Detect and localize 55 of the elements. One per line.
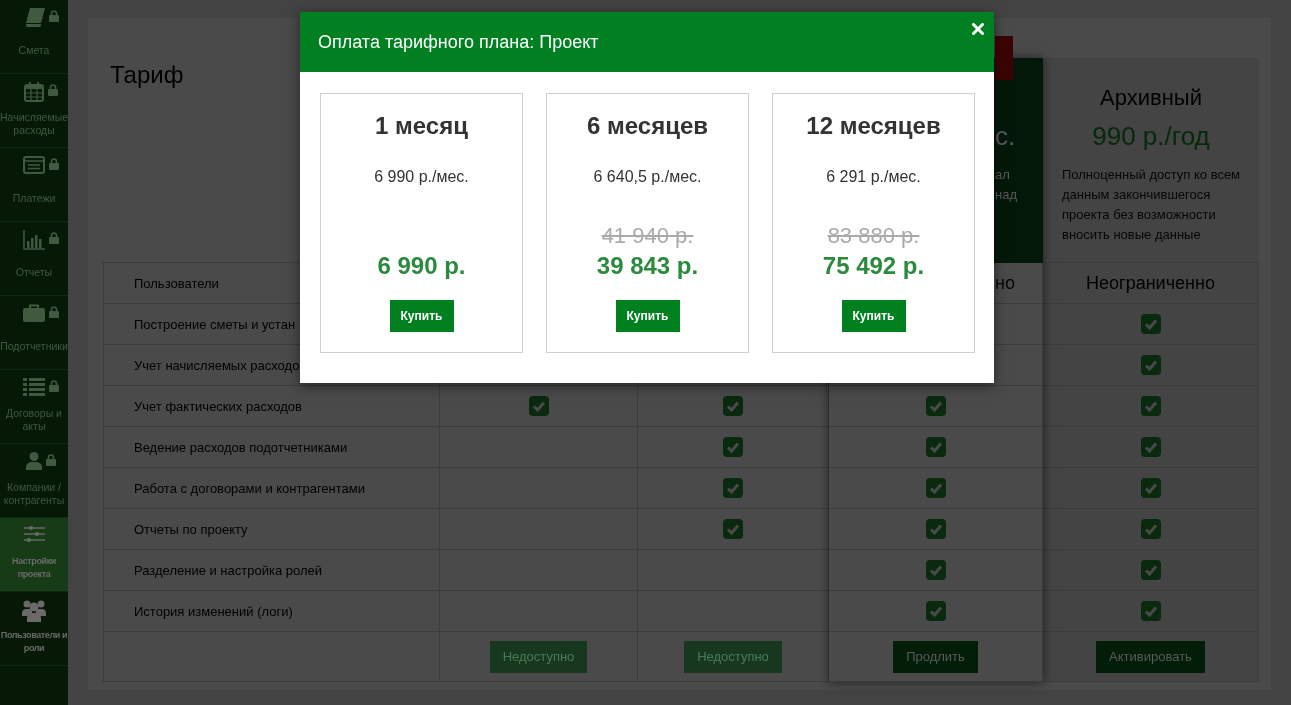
feature-label: Учет фактических расходов	[134, 398, 302, 414]
plan-value: но	[995, 272, 1015, 294]
lock-icon	[49, 158, 59, 170]
briefcase-icon	[23, 304, 45, 322]
feature-label: Ведение расходов подотчетниками	[134, 439, 348, 455]
calendar-icon	[24, 82, 44, 102]
page-title: Тариф	[110, 60, 184, 90]
old-price: 83 880 р.	[827, 223, 920, 249]
users-icon	[22, 600, 46, 622]
feature-label: Построение сметы и устан	[134, 316, 296, 332]
lock-icon	[48, 84, 58, 96]
card-icon	[23, 156, 45, 174]
lock-icon	[49, 380, 59, 392]
bar-chart-icon	[23, 230, 45, 250]
total-price: 75 492 р.	[822, 252, 925, 280]
total-price: 39 843 р.	[596, 252, 699, 280]
lock-icon	[49, 306, 59, 318]
plan-description-fragment: ал	[995, 167, 1010, 182]
user-icon	[26, 452, 42, 470]
feature-label: Пользователи	[134, 275, 219, 291]
buy-button[interactable]: Купить	[615, 300, 680, 332]
plan-button[interactable]: Продлить	[893, 640, 978, 673]
period-title: 1 месяц	[375, 111, 468, 141]
ribbon	[995, 36, 1013, 80]
list-icon	[23, 378, 45, 396]
period-title: 12 месяцев	[806, 111, 941, 141]
feature-label: Отчеты по проекту	[134, 521, 248, 537]
plan-description-fragment: над	[995, 187, 1017, 202]
plan-price: с.	[995, 121, 1016, 151]
monthly-price: 6 990 р./мес.	[374, 167, 469, 187]
total-price: 6 990 р.	[377, 252, 466, 280]
plan-name: Архивный	[1100, 85, 1202, 110]
monthly-price: 6 291 р./мес.	[826, 167, 921, 187]
feature-label: Разделение и настройка ролей	[134, 562, 322, 578]
dialog-title: Оплата тарифного плана: Проект	[318, 31, 599, 53]
buy-button[interactable]: Купить	[841, 300, 906, 332]
plan-button[interactable]: Активировать	[1096, 640, 1205, 673]
feature-label: Учет начисляемых расходо	[134, 357, 300, 373]
close-button[interactable]	[972, 23, 984, 35]
monthly-price: 6 640,5 р./мес.	[593, 167, 702, 187]
plan-description: Полноценный доступ ко всем данным закончившегося проекта без возможности вносить новые данные	[1061, 166, 1242, 244]
lock-icon	[46, 454, 56, 466]
buy-button[interactable]: Купить	[389, 300, 454, 332]
old-price: 41 940 р.	[601, 223, 694, 249]
feature-label: История изменений (логи)	[134, 603, 293, 619]
feature-label: Работа с договорами и контрагентами	[134, 480, 366, 496]
lock-icon	[48, 10, 59, 22]
sliders-icon	[23, 526, 45, 542]
close-icon	[972, 23, 984, 35]
plan-value: Неограниченно	[1086, 272, 1215, 294]
period-title: 6 месяцев	[587, 111, 708, 141]
book-icon	[23, 8, 45, 27]
plan-price: 990 р./год	[1092, 121, 1210, 151]
sidebar-item[interactable]: Настройки проекта	[0, 518, 68, 592]
lock-icon	[49, 232, 59, 244]
